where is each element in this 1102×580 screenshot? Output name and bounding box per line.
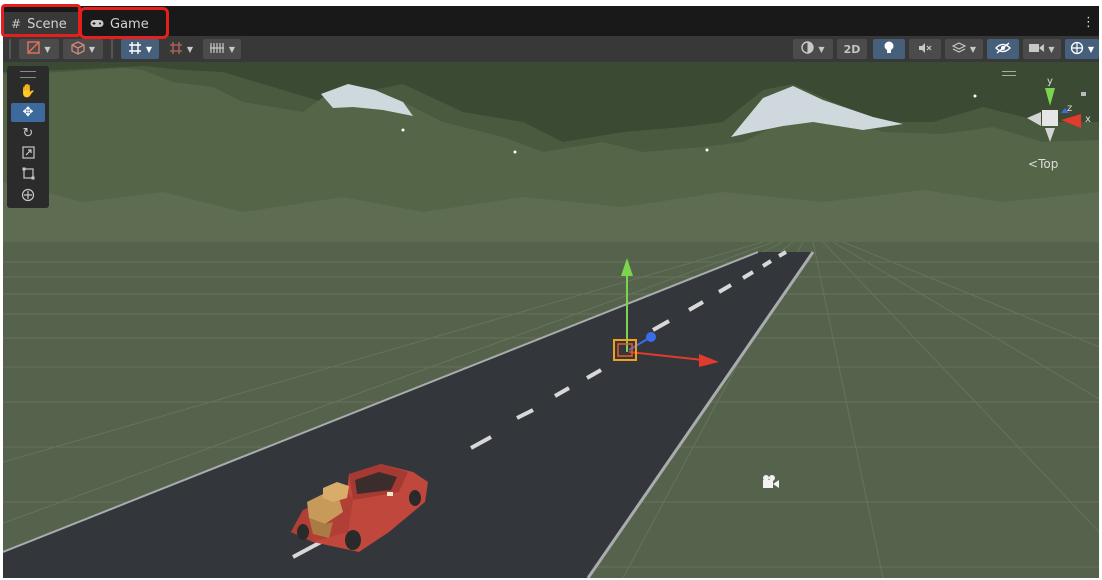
hand-icon: ✋ <box>19 84 37 99</box>
scene-render <box>3 62 1099 578</box>
shading-options-button[interactable]: ▼ <box>63 39 103 59</box>
rect-tool-button[interactable] <box>11 166 45 185</box>
grid-visibility-icon <box>209 42 225 57</box>
axis-y-label: y <box>1047 76 1053 87</box>
gizmo-center-cube[interactable] <box>1042 110 1058 126</box>
overlay-grip[interactable] <box>20 71 36 78</box>
effects-layers-icon <box>951 41 967 57</box>
audio-mute-icon <box>918 42 932 57</box>
hand-tool-button[interactable]: ✋ <box>11 82 45 101</box>
toolbar-separator <box>111 39 113 59</box>
chevron-down-icon: ▼ <box>44 44 51 54</box>
increment-snap-button[interactable]: ▼ <box>163 39 199 59</box>
scale-icon <box>21 146 35 163</box>
gizmo-globe-icon <box>1070 41 1084 58</box>
rotate-icon: ↻ <box>22 126 34 141</box>
scene-viewport[interactable]: ✋ ✥ ↻ y z x <Top <box>3 62 1099 578</box>
grid-visibility-button[interactable]: ▼ <box>203 39 241 59</box>
neg-y-cone[interactable] <box>1045 128 1055 142</box>
annotation-highlight-scene <box>1 4 81 37</box>
z-axis-handle[interactable] <box>646 332 656 342</box>
chevron-down-icon: ▼ <box>186 44 194 54</box>
rect-transform-icon <box>22 167 35 184</box>
lighting-toggle-button[interactable] <box>873 39 905 59</box>
effects-button[interactable]: ▼ <box>945 39 983 59</box>
chevron-down-icon: ▼ <box>228 44 236 54</box>
annotation-highlight-game <box>79 7 169 39</box>
transform-tools-overlay: ✋ ✥ ↻ <box>7 66 49 208</box>
orientation-gizmo[interactable]: y z x <box>1015 70 1099 150</box>
x-axis-cone[interactable] <box>1061 114 1081 128</box>
scene-view-camera-button[interactable]: ▼ <box>793 39 833 59</box>
transform-tool-button[interactable] <box>11 187 45 206</box>
cube-icon <box>71 40 85 58</box>
scene-window: # Scene Game ⋮ ▼ ▼ ▼ ▼ ▼ ▼ 2D ▼ ▼ ▼ ✋ ✥ … <box>3 6 1099 578</box>
more-options-icon[interactable]: ⋮ <box>1082 16 1095 29</box>
grid-snapping-button[interactable]: ▼ <box>121 39 159 59</box>
2d-toggle-button[interactable]: 2D <box>837 39 867 59</box>
view-orientation-label[interactable]: <Top <box>1028 157 1058 171</box>
scene-toolbar: ▼ ▼ ▼ ▼ ▼ ▼ 2D ▼ ▼ ▼ <box>3 36 1099 62</box>
chevron-down-icon: ▼ <box>818 44 825 54</box>
snap-increment-icon <box>169 41 183 58</box>
axis-x-label: x <box>1085 114 1091 125</box>
scene-camera-button[interactable]: ▼ <box>1023 39 1061 59</box>
scale-tool-button[interactable] <box>11 145 45 164</box>
audio-toggle-button[interactable] <box>909 39 941 59</box>
rotate-tool-button[interactable]: ↻ <box>11 124 45 143</box>
gizmo-grip[interactable] <box>1002 71 1016 76</box>
transform-combined-icon <box>21 188 35 206</box>
view-orientation-text: Top <box>1038 157 1059 171</box>
toolbar-grip <box>9 39 11 59</box>
scene-visibility-button[interactable] <box>987 39 1019 59</box>
chevron-left-icon: < <box>1028 157 1039 171</box>
eye-hidden-icon <box>995 41 1011 57</box>
video-camera-icon <box>1029 43 1045 56</box>
chevron-down-icon: ▼ <box>969 44 977 54</box>
y-axis-cone[interactable] <box>1045 88 1055 106</box>
draw-mode-button[interactable]: ▼ <box>19 39 59 59</box>
chevron-down-icon: ▼ <box>1087 44 1095 54</box>
lighting-sphere-icon <box>801 41 815 57</box>
chevron-down-icon: ▼ <box>1048 44 1055 54</box>
neg-z-cone[interactable] <box>1081 92 1086 96</box>
shading-mode-icon <box>27 41 41 57</box>
grid-snap-icon <box>128 41 142 58</box>
chevron-down-icon: ▼ <box>145 44 153 54</box>
neg-x-cone[interactable] <box>1027 112 1041 126</box>
light-bulb-icon <box>883 41 895 58</box>
move-tool-button[interactable]: ✥ <box>11 103 45 122</box>
move-arrows-icon: ✥ <box>22 105 34 120</box>
chevron-down-icon: ▼ <box>88 44 96 54</box>
gizmos-button[interactable]: ▼ <box>1065 39 1099 59</box>
